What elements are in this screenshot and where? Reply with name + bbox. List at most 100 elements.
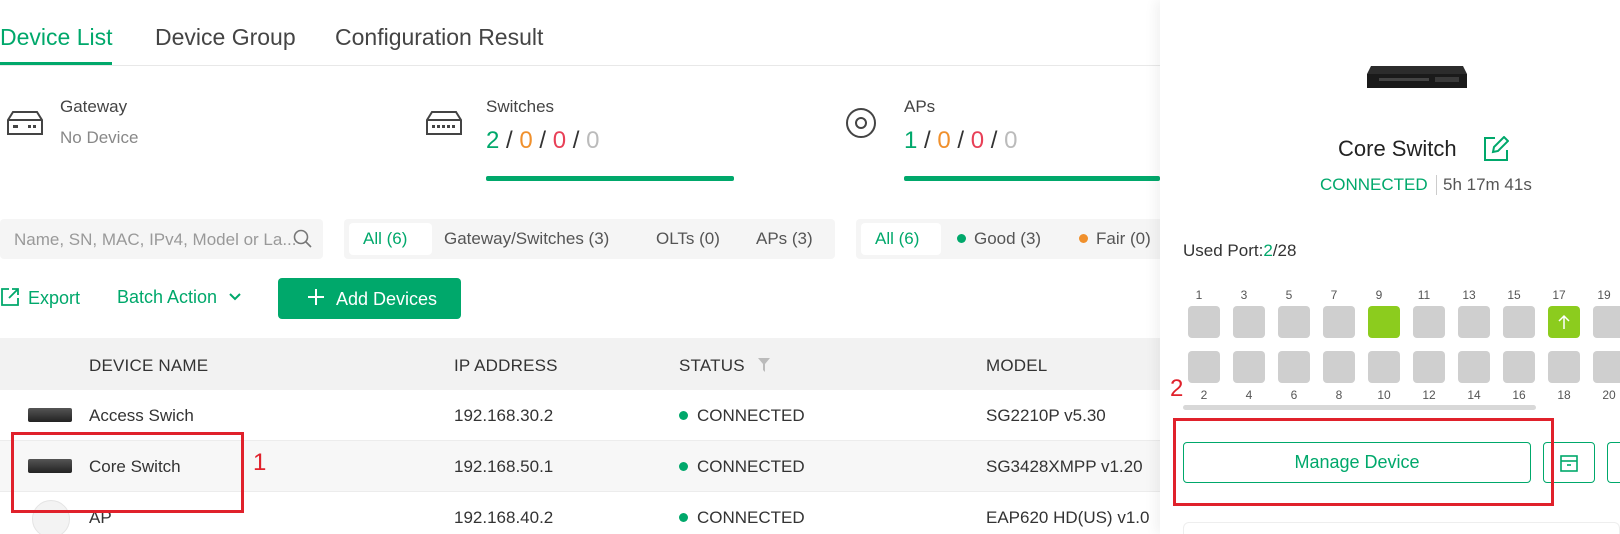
add-devices-button[interactable]: Add Devices [278,278,461,319]
port-number: 11 [1417,288,1431,302]
port-number: 18 [1557,388,1571,402]
batch-action-button[interactable]: Batch Action [117,287,242,308]
port-12[interactable] [1413,351,1445,383]
port-6[interactable] [1278,351,1310,383]
filter-all[interactable]: All (6) [363,229,407,249]
device-status: CONNECTED [679,406,805,426]
switches-title: Switches [486,97,555,116]
search-placeholder: Name, SN, MAC, IPv4, Model or La... [14,230,297,249]
port-19[interactable] [1593,306,1620,338]
aps-counts[interactable]: 1 / 0 / 0 / 0 [904,127,1017,155]
port-number: 8 [1335,388,1343,402]
gateway-title: Gateway [60,97,128,116]
port-number: 16 [1512,388,1526,402]
port-number: 15 [1507,288,1521,302]
port-4[interactable] [1233,351,1265,383]
device-model: EAP620 HD(US) v1.0 [986,508,1150,527]
edit-icon[interactable] [1483,136,1509,162]
aps-connected-count: 1 [904,127,918,154]
archive-icon [1560,455,1578,472]
export-label: Export [28,288,81,308]
aps-disconnected-count: 0 [970,127,985,154]
tab-configuration-result[interactable]: Configuration Result [335,24,543,51]
port-1[interactable] [1188,306,1220,338]
port-number: 10 [1377,388,1391,402]
annotation-label-1: 1 [253,449,267,476]
filter-icon[interactable] [757,358,770,372]
port-number: 2 [1200,388,1208,402]
chevron-down-icon [229,293,241,301]
col-device-name[interactable]: DEVICE NAME [89,356,208,376]
gateway-icon [7,111,43,135]
col-model[interactable]: MODEL [986,356,1047,376]
health-all[interactable]: All (6) [875,229,919,249]
port-scrollbar[interactable] [1183,405,1536,410]
active-tab-indicator [0,62,112,65]
health-filter: All (6) Good (3) Fair (0) [856,219,1160,259]
search-icon[interactable] [293,229,313,249]
col-ip-address[interactable]: IP ADDRESS [454,356,558,376]
switches-connected-count: 2 [486,127,500,154]
annotation-box-2 [1173,418,1554,506]
device-model: SG2210P v5.30 [986,406,1106,425]
port-8[interactable] [1323,351,1355,383]
health-fair[interactable]: Fair (0) [1079,229,1151,249]
switch-thumbnail [28,408,72,422]
good-dot [957,234,966,244]
switches-status-bar [486,176,734,181]
device-name[interactable]: Access Swich [89,406,194,426]
export-button[interactable]: Export [0,287,80,309]
port-9[interactable] [1368,306,1400,338]
port-number: 4 [1245,388,1253,402]
status-dot [679,462,688,472]
port-number: 5 [1285,288,1293,302]
used-port-label: Used Port: [1183,241,1264,260]
filter-olts[interactable]: OLTs (0) [656,229,720,249]
filter-gateway-switches[interactable]: Gateway/Switches (3) [444,229,609,249]
tab-device-group[interactable]: Device Group [155,24,296,51]
port-number: 20 [1602,388,1616,402]
more-button[interactable] [1607,442,1620,483]
port-number: 17 [1552,288,1566,302]
batch-action-label: Batch Action [117,287,218,307]
health-good[interactable]: Good (3) [957,229,1041,249]
port-14[interactable] [1458,351,1490,383]
search-input[interactable]: Name, SN, MAC, IPv4, Model or La... [0,219,323,259]
table-header: DEVICE NAME IP ADDRESS STATUS MODEL [0,338,1160,390]
switches-counts[interactable]: 2 / 0 / 0 / 0 [486,127,599,155]
device-uptime: 5h 17m 41s [1436,175,1532,195]
port-7[interactable] [1323,306,1355,338]
device-type-filter: All (6) Gateway/Switches (3) OLTs (0) AP… [344,219,835,259]
port-number: 7 [1330,288,1338,302]
used-port-count: 2 [1263,241,1273,260]
filter-aps[interactable]: APs (3) [756,229,813,249]
tab-device-list[interactable]: Device List [0,24,112,51]
switches-disconnected-count: 0 [552,127,567,154]
annotation-label-2: 2 [1170,375,1184,402]
plus-icon [308,289,324,305]
col-status-label: STATUS [679,356,745,375]
port-16[interactable] [1503,351,1535,383]
port-18[interactable] [1548,351,1580,383]
device-title: Core Switch [1338,136,1457,161]
port-number: 3 [1240,288,1248,302]
add-devices-label: Add Devices [336,289,438,309]
port-17[interactable] [1548,306,1580,338]
port-20[interactable] [1593,351,1620,383]
col-status[interactable]: STATUS [679,356,770,376]
port-number: 19 [1597,288,1611,302]
panel-next-card [1183,522,1620,534]
device-status: CONNECTED [1320,175,1428,194]
port-5[interactable] [1278,306,1310,338]
used-port-summary: Used Port:2/28 [1183,241,1296,261]
port-3[interactable] [1233,306,1265,338]
used-port-total: /28 [1272,241,1297,260]
port-13[interactable] [1458,306,1490,338]
port-2[interactable] [1188,351,1220,383]
device-status-label: CONNECTED [697,406,805,425]
port-11[interactable] [1413,306,1445,338]
port-10[interactable] [1368,351,1400,383]
port-15[interactable] [1503,306,1535,338]
device-model: SG3428XMPP v1.20 [986,457,1143,476]
aps-title: APs [904,97,936,116]
